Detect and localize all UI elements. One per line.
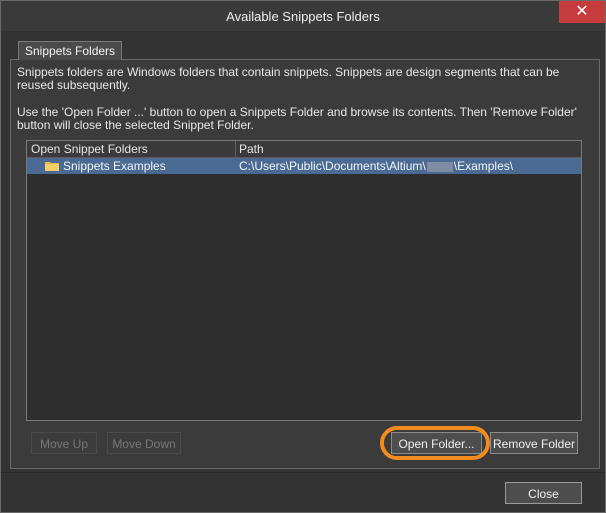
list-row[interactable]: Snippets Examples C:\Users\Public\Docume…: [27, 158, 581, 174]
open-folder-button[interactable]: Open Folder...: [391, 432, 482, 454]
close-window-button[interactable]: ✕: [559, 1, 605, 23]
row-folder-path: C:\Users\Public\Documents\Altium\ \Exampl…: [239, 158, 513, 174]
description-text-1: Snippets folders are Windows folders tha…: [17, 65, 560, 92]
move-up-button[interactable]: Move Up: [31, 432, 97, 454]
dialog-window: Available Snippets Folders ✕ Snippets Fo…: [0, 0, 606, 513]
path-suffix: \Examples\: [453, 159, 514, 173]
row-folder-name: Snippets Examples: [63, 159, 166, 173]
close-button[interactable]: Close: [505, 482, 582, 504]
footer-divider: [1, 472, 605, 473]
description-text-2: Use the 'Open Folder ...' button to open…: [17, 105, 577, 132]
folders-list[interactable]: Open Snippet Folders Path Snippets Examp…: [26, 140, 582, 421]
column-header-open-folders[interactable]: Open Snippet Folders: [31, 141, 231, 157]
tab-snippets-folders[interactable]: Snippets Folders: [18, 41, 123, 60]
path-prefix: C:\Users\Public\Documents\Altium\: [239, 159, 426, 173]
column-header-path[interactable]: Path: [239, 141, 264, 157]
move-down-button[interactable]: Move Down: [107, 432, 181, 454]
column-separator[interactable]: [235, 141, 236, 157]
title-bar: Available Snippets Folders ✕: [1, 1, 605, 31]
redacted-block: [426, 161, 453, 172]
folder-icon: [45, 162, 59, 171]
close-icon: ✕: [575, 3, 589, 20]
dialog-title: Available Snippets Folders: [226, 9, 380, 24]
list-header: Open Snippet Folders Path: [27, 141, 581, 158]
remove-folder-button[interactable]: Remove Folder: [490, 432, 578, 454]
